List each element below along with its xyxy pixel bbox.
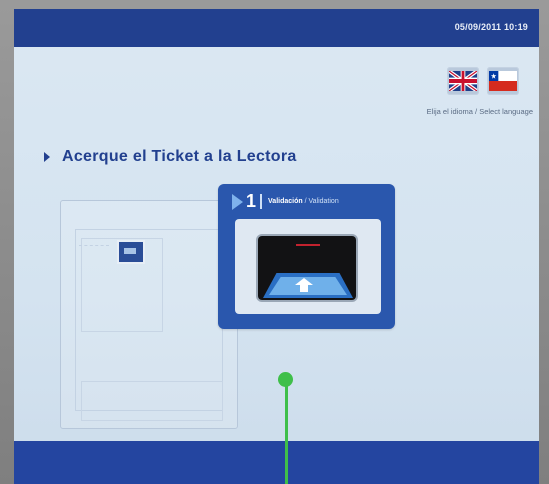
step-divider [260,194,263,209]
ticket-reader-illustration [235,219,381,314]
up-arrow-stem [300,285,308,292]
chile-flag-button[interactable] [487,67,519,95]
datetime: 05/09/2011 10:19 [454,22,528,32]
step-header: 1 Validación / Validation [232,191,339,212]
reader-tray [263,273,353,298]
validation-card: 1 Validación / Validation [218,184,395,329]
callout-line [285,380,288,484]
callout-dot [278,372,293,387]
top-bar: 05/09/2011 10:19 [14,9,539,47]
play-arrow-icon [232,193,243,210]
kiosk-divider [79,245,109,254]
kiosk-lower-panel [81,381,223,421]
bullet-arrow-icon [44,152,50,162]
kiosk-screen: 05/09/2011 10:19 Elija el idioma / Selec… [14,9,539,484]
chile-flag-icon [489,71,517,91]
kiosk-reader-highlight [117,240,145,264]
language-selector [447,67,519,95]
step-label-es: Validación [268,198,303,205]
kiosk-illustration [60,200,238,429]
instruction-heading: Acerque el Ticket a la Lectora [44,148,297,166]
step-label-en: Validation [308,198,339,205]
reader-slot [258,236,356,300]
language-prompt: Elija el idioma / Select language [426,107,533,116]
uk-flag-icon [449,71,477,91]
uk-flag-button[interactable] [447,67,479,95]
instruction-text: Acerque el Ticket a la Lectora [62,148,297,165]
bottom-bar [14,441,539,484]
reader-red-light [296,244,320,246]
up-arrow-icon [295,278,313,285]
step-label: Validación / Validation [268,198,339,205]
step-number: 1 [246,191,257,211]
